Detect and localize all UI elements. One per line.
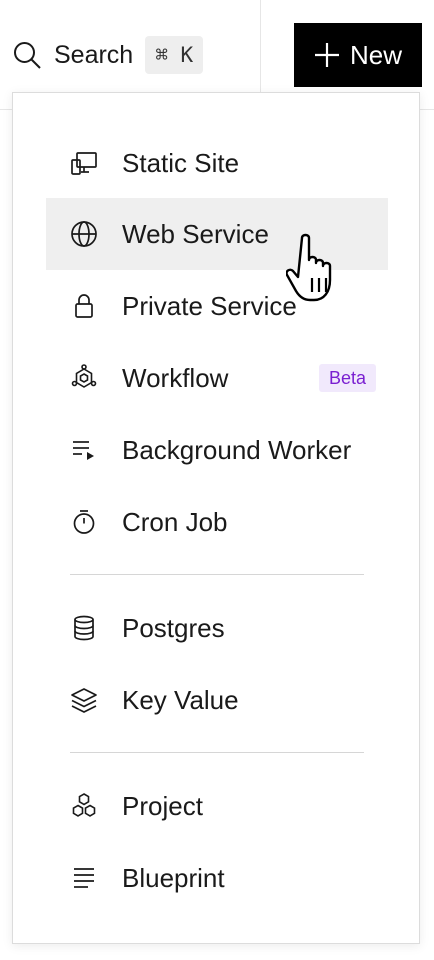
new-button-label: New — [349, 39, 402, 70]
plus-icon — [314, 43, 339, 67]
blueprint-icon — [74, 868, 94, 888]
menu-item-label: Project — [122, 790, 203, 821]
menu-item-label: Blueprint — [122, 862, 225, 893]
menu-item-postgres[interactable]: Postgres — [46, 592, 388, 664]
stopwatch-icon — [73, 510, 95, 534]
menu-item-background-worker[interactable]: Background Worker — [46, 414, 388, 486]
globe-icon — [71, 221, 97, 247]
page: Search ⌘ K New Static Site Web Service P… — [0, 0, 434, 960]
menu-item-key-value[interactable]: Key Value — [46, 664, 388, 736]
search-icon — [14, 42, 41, 69]
static-site-icon — [71, 152, 97, 175]
new-dropdown-menu: Static Site Web Service Private Service — [12, 92, 420, 944]
search-label: Search — [54, 40, 134, 69]
database-icon — [74, 615, 94, 641]
menu-item-label: Postgres — [122, 612, 225, 643]
menu-item-static-site[interactable]: Static Site — [46, 127, 388, 199]
menu-divider — [70, 752, 364, 753]
menu-item-label: Web Service — [122, 218, 269, 249]
beta-badge: Beta — [318, 364, 376, 392]
menu-divider — [70, 574, 364, 575]
menu-item-label: Cron Job — [122, 506, 228, 537]
workflow-icon — [71, 364, 97, 388]
layers-icon — [71, 688, 97, 713]
menu-item-label: Private Service — [122, 290, 297, 321]
search-button[interactable]: Search ⌘ K — [12, 30, 204, 80]
menu-item-label: Static Site — [122, 147, 240, 178]
search-shortcut: ⌘ K — [145, 36, 204, 74]
hand-pointer-cursor-icon — [286, 233, 332, 302]
menu-item-label: Workflow — [122, 362, 229, 393]
menu-item-project[interactable]: Project — [46, 770, 388, 842]
menu-item-cron-job[interactable]: Cron Job — [46, 486, 388, 558]
new-button[interactable]: New — [294, 23, 422, 87]
menu-item-label: Key Value — [122, 684, 239, 715]
menu-item-workflow[interactable]: Workflow Beta — [46, 342, 388, 414]
lock-icon — [75, 294, 93, 318]
background-worker-icon — [73, 441, 94, 460]
menu-item-label: Background Worker — [122, 434, 352, 465]
menu-item-blueprint[interactable]: Blueprint — [46, 842, 388, 914]
project-icon — [72, 793, 96, 817]
